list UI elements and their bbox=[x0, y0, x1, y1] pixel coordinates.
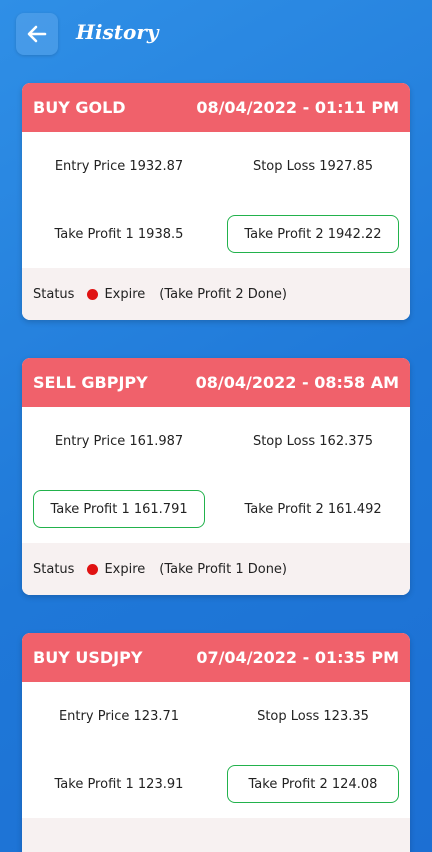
take-profit-2: Take Profit 2 124.08 bbox=[226, 765, 399, 803]
trade-card-header: SELL GBPJPY 08/04/2022 - 08:58 AM bbox=[22, 358, 410, 407]
status-row: Status Expire (Take Profit 1 Done) bbox=[22, 543, 410, 595]
trade-card-header: BUY GOLD 08/04/2022 - 01:11 PM bbox=[22, 83, 410, 132]
status-value: Expire bbox=[104, 561, 146, 577]
status-label: Status bbox=[33, 286, 75, 302]
trade-card-header: BUY USDJPY 07/04/2022 - 01:35 PM bbox=[22, 633, 410, 682]
trade-title: BUY USDJPY bbox=[33, 648, 143, 667]
status-dot-icon bbox=[87, 288, 99, 300]
status-label: Status bbox=[33, 561, 75, 577]
stop-loss: Stop Loss 162.375 bbox=[252, 433, 374, 449]
stop-loss: Stop Loss 1927.85 bbox=[252, 158, 374, 174]
trade-card[interactable]: SELL GBPJPY 08/04/2022 - 08:58 AM Entry … bbox=[22, 358, 410, 595]
take-profit-2: Take Profit 2 1942.22 bbox=[226, 215, 399, 253]
trade-title: SELL GBPJPY bbox=[33, 373, 148, 392]
top-bar: History bbox=[0, 0, 432, 68]
stop-loss: Stop Loss 123.35 bbox=[257, 708, 369, 724]
arrow-left-icon bbox=[27, 25, 47, 43]
status-dot-icon bbox=[87, 563, 99, 575]
status-row: Status Expire (Take Profit 2 Done) bbox=[22, 268, 410, 320]
take-profit-2: Take Profit 2 161.492 bbox=[244, 501, 382, 517]
entry-price: Entry Price 123.71 bbox=[58, 708, 180, 724]
trade-card[interactable]: BUY GOLD 08/04/2022 - 01:11 PM Entry Pri… bbox=[22, 83, 410, 320]
trade-datetime: 07/04/2022 - 01:35 PM bbox=[196, 648, 399, 667]
entry-price: Entry Price 161.987 bbox=[54, 433, 184, 449]
entry-price: Entry Price 1932.87 bbox=[54, 158, 184, 174]
back-button[interactable] bbox=[16, 13, 58, 55]
status-note: (Take Profit 1 Done) bbox=[159, 561, 288, 577]
take-profit-1: Take Profit 1 161.791 bbox=[33, 490, 206, 528]
trade-datetime: 08/04/2022 - 01:11 PM bbox=[196, 98, 399, 117]
status-value: Expire bbox=[104, 286, 146, 302]
take-profit-1: Take Profit 1 123.91 bbox=[54, 776, 184, 792]
trade-datetime: 08/04/2022 - 08:58 AM bbox=[195, 373, 399, 392]
status-row bbox=[22, 818, 410, 852]
trade-card[interactable]: BUY USDJPY 07/04/2022 - 01:35 PM Entry P… bbox=[22, 633, 410, 852]
status-note: (Take Profit 2 Done) bbox=[159, 286, 288, 302]
page-title: History bbox=[76, 20, 159, 44]
trade-title: BUY GOLD bbox=[33, 98, 126, 117]
take-profit-1: Take Profit 1 1938.5 bbox=[54, 226, 184, 242]
